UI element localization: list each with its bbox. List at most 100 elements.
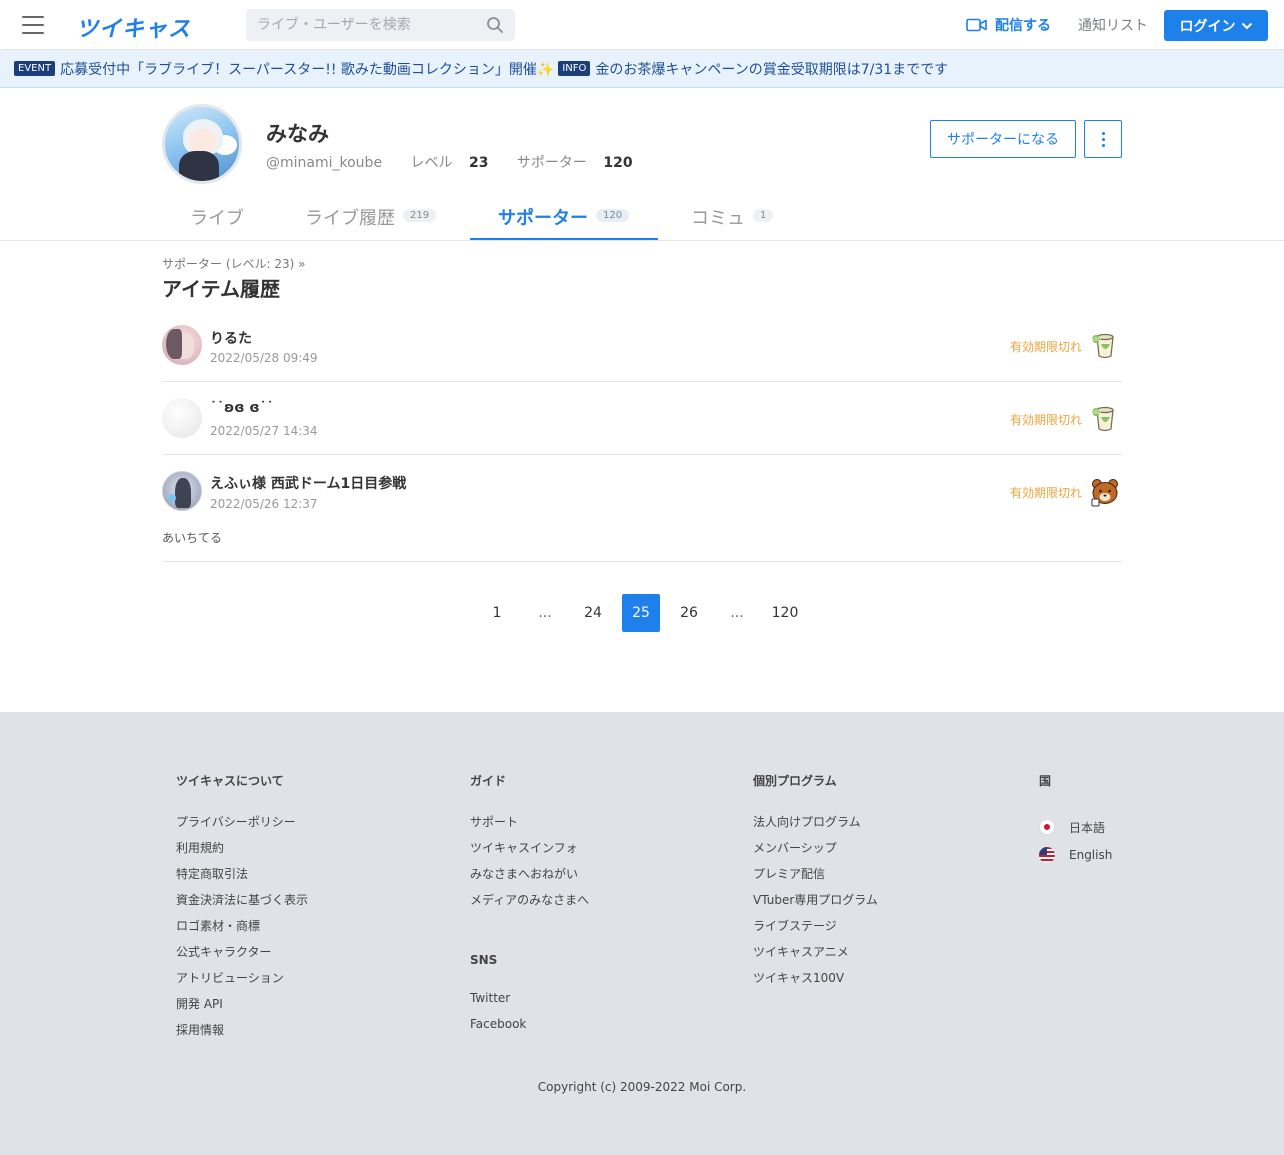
notification-list-link[interactable]: 通知リスト <box>1078 15 1148 35</box>
footer-link[interactable]: Twitter <box>470 991 589 1017</box>
tab-label: ライブ <box>190 208 244 229</box>
site-logo[interactable]: ツイキャス <box>76 11 191 43</box>
chevron-down-icon <box>1241 22 1252 29</box>
footer-program-column: 個別プログラム 法人向けプログラム メンバーシップ プレミア配信 VTuber専… <box>753 772 878 995</box>
profile-avatar[interactable] <box>162 104 242 184</box>
footer-about-column: ツイキャスについて プライバシーポリシー 利用規約 特定商取引法 資金決済法に基… <box>176 772 308 1047</box>
tab-count: 219 <box>403 209 437 222</box>
tab-community[interactable]: コミュ 1 <box>691 204 774 241</box>
footer-link[interactable]: VTuber専用プログラム <box>753 891 878 917</box>
list-item: ˙˙ʚɞ ɞ˙˙ 2022/05/27 14:34 有効期限切れ 100 <box>162 382 1122 455</box>
tab-label: ライブ履歴 <box>305 208 395 229</box>
footer-link[interactable]: 特定商取引法 <box>176 865 308 891</box>
tab-supporter[interactable]: サポーター 120 <box>470 204 658 241</box>
supporter-label: サポーター <box>516 155 587 171</box>
user-avatar[interactable] <box>162 325 202 365</box>
search-icon[interactable] <box>486 16 504 34</box>
item-time: 2022/05/27 14:34 <box>210 424 318 438</box>
broadcast-label: 配信する <box>995 18 1051 34</box>
section-title: アイテム履歴 <box>162 277 280 301</box>
profile-meta: @minami_koube レベル 23 サポーター 120 <box>266 152 633 172</box>
level-value: 23 <box>468 155 489 171</box>
footer-link[interactable]: ツイキャスアニメ <box>753 943 878 969</box>
footer-link[interactable]: 開発 API <box>176 995 308 1021</box>
footer-link[interactable]: ロゴ素材・商標 <box>176 917 308 943</box>
footer-link[interactable]: メディアのみなさまへ <box>470 891 589 917</box>
login-label: ログイン <box>1179 18 1236 35</box>
item-time: 2022/05/28 09:49 <box>210 351 318 365</box>
become-supporter-button[interactable]: サポーターになる <box>930 120 1076 158</box>
page-current[interactable]: 25 <box>622 594 660 632</box>
more-options-button[interactable] <box>1084 120 1122 158</box>
user-name[interactable]: えふぃ様 ⁡西武ドーム1日目参戦⁡ <box>210 473 406 493</box>
login-button[interactable]: ログイン <box>1164 10 1268 41</box>
language-english[interactable]: English <box>1039 841 1112 869</box>
page-link[interactable]: 1 <box>478 594 516 632</box>
notice-bar: EVENT 応募受付中「ラブライブ！スーパースター!! 歌みた動画コレクション」… <box>0 50 1284 88</box>
language-label: 日本語 <box>1069 820 1106 835</box>
event-badge: EVENT <box>14 61 56 76</box>
breadcrumb[interactable]: サポーター (レベル: 23) » <box>162 255 305 272</box>
page-link[interactable]: 24 <box>574 594 612 632</box>
footer-link[interactable]: Facebook <box>470 1017 589 1043</box>
site-footer: ツイキャスについて プライバシーポリシー 利用規約 特定商取引法 資金決済法に基… <box>0 712 1284 1155</box>
user-avatar[interactable] <box>162 398 202 438</box>
tab-count: 120 <box>596 209 630 222</box>
status-badge: 有効期限切れ <box>1009 486 1082 500</box>
tab-live-history[interactable]: ライブ履歴 219 <box>305 204 437 241</box>
footer-guide-column: ガイド サポート ツイキャスインフォ みなさまへおねがい メディアのみなさまへ … <box>470 772 589 1043</box>
footer-heading: 国 <box>1039 774 1052 788</box>
language-label: English <box>1069 848 1113 862</box>
footer-link[interactable]: ツイキャスインフォ <box>470 839 589 865</box>
profile-handle: @minami_koube <box>266 155 383 171</box>
event-notice-link[interactable]: 応募受付中「ラブライブ！スーパースター!! 歌みた動画コレクション」開催✨ <box>60 59 554 79</box>
user-avatar[interactable] <box>162 471 202 511</box>
footer-link[interactable]: プレミア配信 <box>753 865 878 891</box>
us-flag-icon <box>1039 847 1055 863</box>
footer-heading: ガイド <box>470 774 507 788</box>
footer-link[interactable]: サポート <box>470 813 589 839</box>
page-ellipsis: ... <box>538 605 552 621</box>
tea-icon: 100 <box>1091 333 1114 359</box>
language-japanese[interactable]: 日本語 <box>1039 813 1112 841</box>
broadcast-button[interactable]: 配信する <box>966 15 1051 35</box>
page-link[interactable]: 26 <box>670 594 708 632</box>
tea-icon: 100 <box>1091 406 1114 432</box>
footer-heading: 個別プログラム <box>753 774 837 788</box>
search-box <box>246 9 515 41</box>
footer-link[interactable]: ツイキャス100V <box>753 969 878 995</box>
svg-text:100: 100 <box>1091 337 1101 343</box>
footer-link[interactable]: 利用規約 <box>176 839 308 865</box>
page-link[interactable]: 120 <box>766 594 804 632</box>
footer-link[interactable]: 法人向けプログラム <box>753 813 878 839</box>
status-badge: 有効期限切れ <box>1009 413 1082 427</box>
footer-link[interactable]: プライバシーポリシー <box>176 813 308 839</box>
tabs-divider <box>0 240 1284 241</box>
footer-link[interactable]: アトリビューション <box>176 969 308 995</box>
menu-icon[interactable] <box>22 16 44 34</box>
copyright: Copyright (c) 2009-2022 Moi Corp. <box>537 1080 747 1094</box>
japan-flag-icon <box>1039 819 1055 835</box>
footer-link[interactable]: 採用情報 <box>176 1021 308 1047</box>
footer-link[interactable]: ライブステージ <box>753 917 878 943</box>
footer-link[interactable]: 公式キャラクター <box>176 943 308 969</box>
page-ellipsis: ... <box>730 605 744 621</box>
status-badge: 有効期限切れ <box>1009 340 1082 354</box>
item-time: 2022/05/26 12:37 <box>210 497 318 511</box>
info-notice-link[interactable]: 金のお茶爆キャンペーンの賞金受取期限は7/31までです <box>595 59 948 79</box>
info-badge: INFO <box>558 61 591 76</box>
pagination: 1 ... 24 25 26 ... 120 <box>478 594 804 632</box>
bear-icon <box>1091 479 1118 507</box>
footer-link[interactable]: 資金決済法に基づく表示 <box>176 891 308 917</box>
footer-language-column: 国 日本語 English <box>1039 772 1112 869</box>
top-header: ツイキャス 配信する 通知リスト ログイン <box>0 0 1284 50</box>
supporter-count: 120 <box>603 155 633 171</box>
footer-link[interactable]: みなさまへおねがい <box>470 865 589 891</box>
tab-live[interactable]: ライブ <box>190 204 244 241</box>
search-input[interactable] <box>246 9 476 41</box>
user-name[interactable]: りるた⁡⁡ <box>210 328 252 348</box>
footer-link[interactable]: メンバーシップ <box>753 839 878 865</box>
user-name[interactable]: ˙˙ʚɞ ɞ˙˙ <box>210 400 274 416</box>
more-vertical-icon <box>1101 131 1105 135</box>
tab-label: コミュ <box>691 208 745 229</box>
